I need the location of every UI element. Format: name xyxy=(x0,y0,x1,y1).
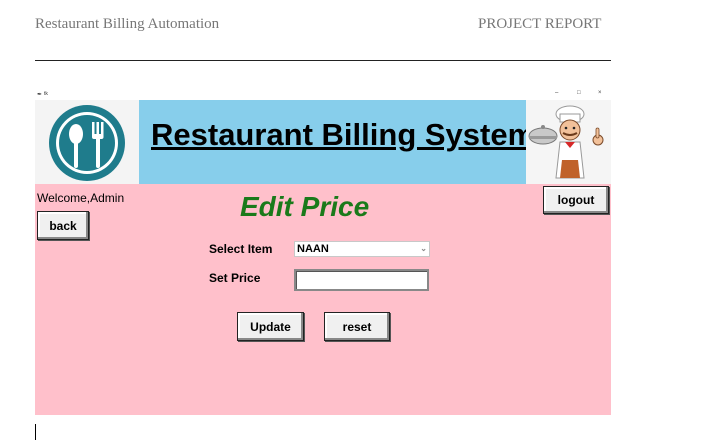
item-select[interactable]: NAAN ⌄ xyxy=(294,241,430,257)
price-input[interactable] xyxy=(294,269,429,291)
spoon-fork-logo-icon xyxy=(35,100,139,184)
logout-button[interactable]: logout xyxy=(543,186,609,214)
document-header-title: Restaurant Billing Automation xyxy=(35,16,220,32)
set-price-label: Set Price xyxy=(209,271,261,285)
window-titlebar: ✒ tk – □ × xyxy=(35,90,611,100)
header-divider xyxy=(35,60,611,61)
banner: Restaurant Billing System xyxy=(35,100,611,184)
page-title: Edit Price xyxy=(240,191,370,222)
app-title: Restaurant Billing System xyxy=(151,117,536,152)
chevron-down-icon[interactable]: ⌄ xyxy=(420,242,427,256)
welcome-text: Welcome,Admin xyxy=(37,191,125,205)
update-button[interactable]: Update xyxy=(237,312,304,341)
feather-icon: ✒ xyxy=(37,92,43,98)
window-title: tk xyxy=(44,91,48,97)
minimize-button[interactable]: – xyxy=(555,90,558,96)
document-header-report: PROJECT REPORT xyxy=(478,16,602,32)
text-cursor xyxy=(35,424,36,440)
app-window: ✒ tk – □ × Restaurant Billing System Wel… xyxy=(35,90,611,415)
select-item-label: Select Item xyxy=(209,242,273,256)
maximize-button[interactable]: □ xyxy=(577,90,581,96)
chef-icon xyxy=(526,100,611,184)
close-button[interactable]: × xyxy=(598,90,602,96)
item-select-value: NAAN xyxy=(297,243,329,255)
reset-button[interactable]: reset xyxy=(324,312,390,341)
back-button[interactable]: back xyxy=(37,211,89,240)
